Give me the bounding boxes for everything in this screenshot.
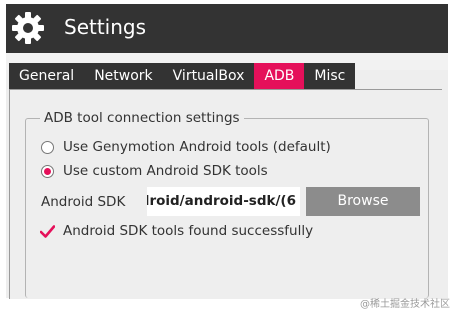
tab-adb[interactable]: ADB: [254, 63, 305, 89]
check-icon: [40, 224, 55, 238]
android-sdk-path-input[interactable]: 6)/Android/android-sdk: [147, 187, 300, 216]
radio-button-unselected[interactable]: [41, 140, 54, 154]
tab-network[interactable]: Network: [84, 63, 162, 89]
sdk-status: Android SDK tools found successfully: [40, 223, 313, 239]
radio-label-custom-sdk: Use custom Android SDK tools: [63, 163, 268, 179]
radio-option-custom-sdk[interactable]: Use custom Android SDK tools: [41, 163, 268, 179]
radio-selected-dot: [44, 167, 51, 175]
tab-virtualbox[interactable]: VirtualBox: [163, 63, 255, 89]
tab-strip: General Network VirtualBox ADB Misc: [9, 63, 356, 89]
title-bar: Settings: [6, 4, 448, 53]
radio-option-genymotion-tools[interactable]: Use Genymotion Android tools (default): [41, 139, 331, 155]
sdk-status-text: Android SDK tools found successfully: [63, 223, 314, 239]
window-title: Settings: [64, 15, 147, 39]
groupbox-title: ADB tool connection settings: [40, 109, 244, 127]
radio-label-genymotion-tools: Use Genymotion Android tools (default): [63, 139, 331, 155]
watermark-text: @稀土掘金技术社区: [360, 299, 450, 310]
radio-button-selected[interactable]: [41, 164, 54, 178]
tab-general[interactable]: General: [9, 63, 84, 89]
browse-button[interactable]: Browse: [306, 187, 420, 216]
gear-icon: [12, 12, 44, 44]
tab-misc[interactable]: Misc: [304, 63, 355, 89]
android-sdk-label: Android SDK: [41, 194, 126, 210]
